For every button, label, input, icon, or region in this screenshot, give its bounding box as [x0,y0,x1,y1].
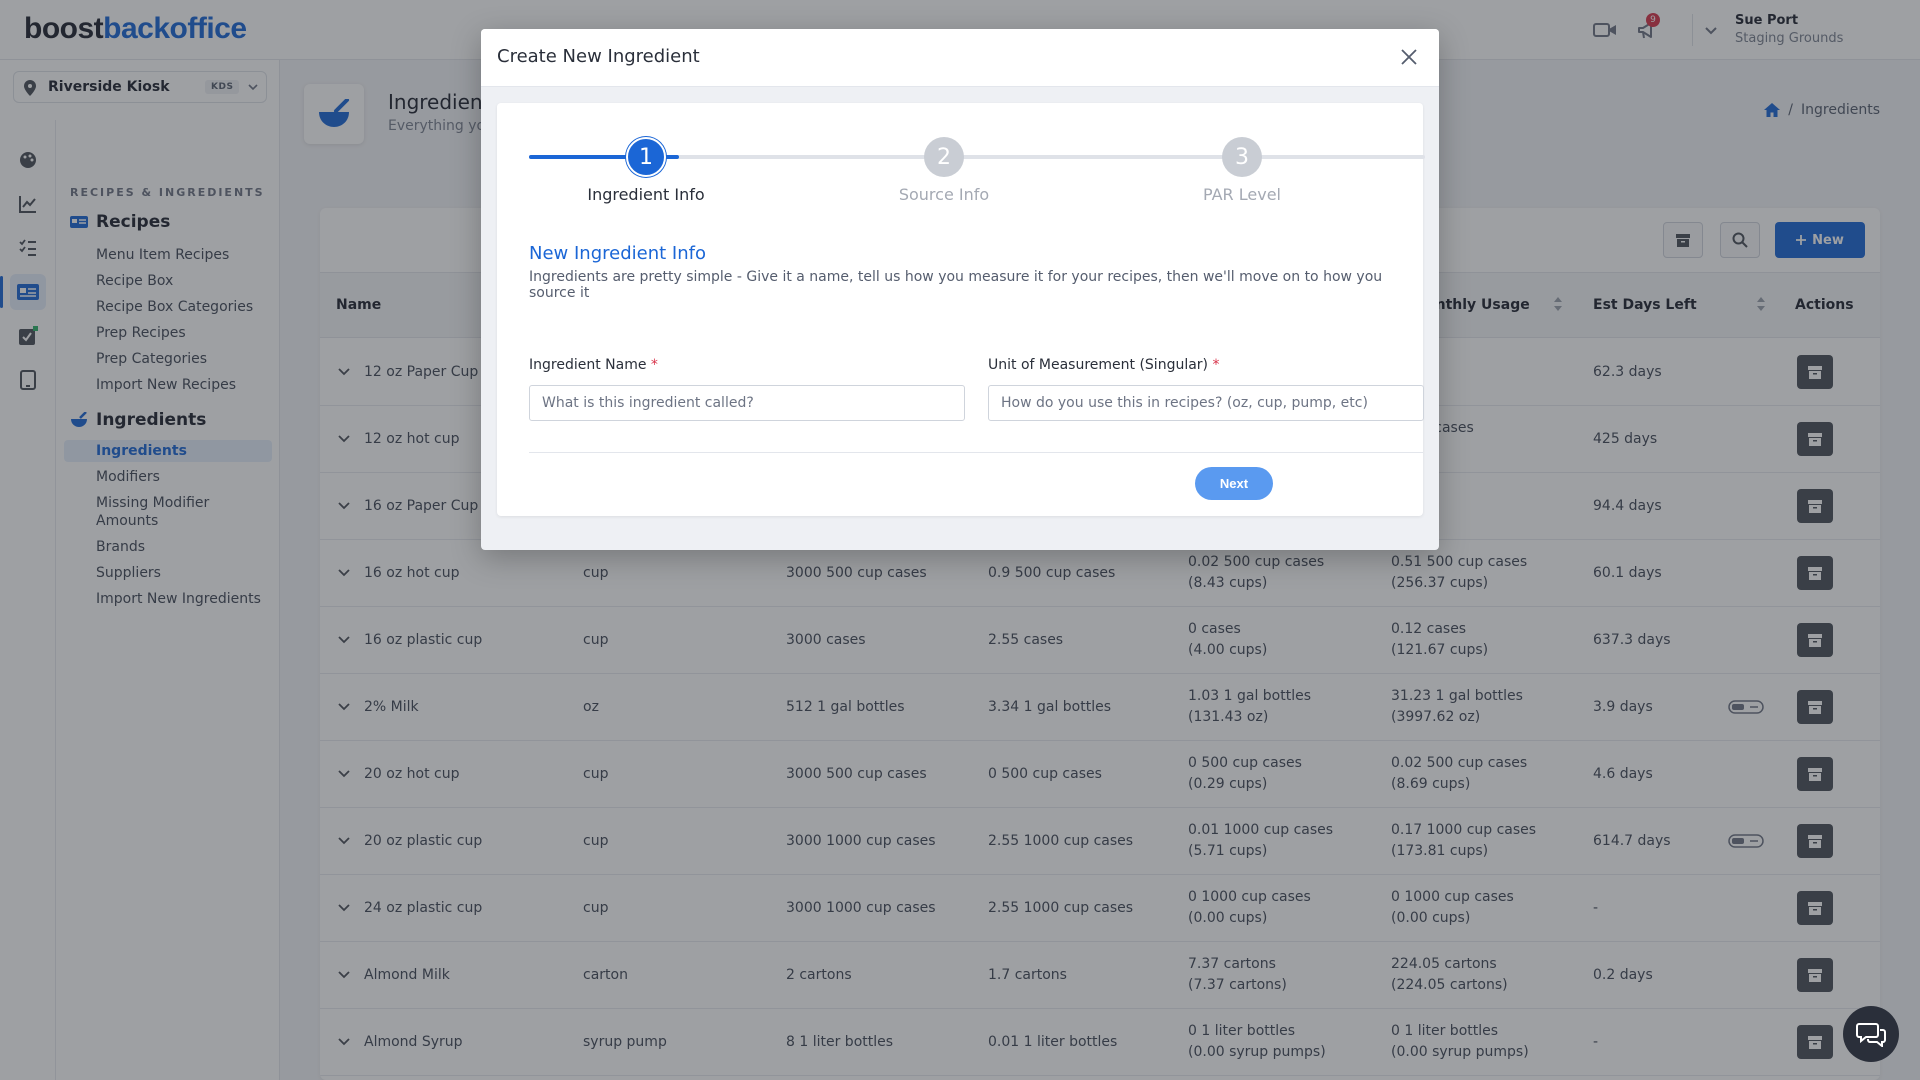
unit-label: Unit of Measurement (Singular) * [988,357,1219,373]
ingredient-name-label-text: Ingredient Name [529,357,647,373]
unit-of-measurement-input[interactable] [988,385,1424,421]
step-2-label[interactable]: Source Info [844,185,1044,204]
step-1-label[interactable]: Ingredient Info [546,185,746,204]
modal-header: Create New Ingredient [481,29,1439,87]
step-1-circle[interactable]: 1 [626,137,666,177]
required-mark: * [650,357,658,373]
chat-icon [1856,1023,1886,1047]
close-icon[interactable] [1399,47,1419,67]
ingredient-name-label: Ingredient Name * [529,357,658,373]
unit-label-text: Unit of Measurement (Singular) [988,357,1209,373]
form-description: Ingredients are pretty simple - Give it … [529,269,1383,301]
step-2-circle[interactable]: 2 [924,137,964,177]
ingredient-name-input[interactable] [529,385,965,421]
step-3-label[interactable]: PAR Level [1142,185,1342,204]
modal-body: 1 Ingredient Info 2 Source Info 3 PAR Le… [497,103,1425,516]
create-ingredient-modal: Create New Ingredient 1 Ingredient Info … [481,29,1439,550]
next-button[interactable]: Next [1195,467,1273,500]
form-heading: New Ingredient Info [529,243,706,264]
modal-title: Create New Ingredient [497,46,700,67]
step-3-circle[interactable]: 3 [1222,137,1262,177]
chat-button[interactable] [1843,1006,1899,1062]
form-divider [529,452,1423,453]
required-mark: * [1212,357,1220,373]
